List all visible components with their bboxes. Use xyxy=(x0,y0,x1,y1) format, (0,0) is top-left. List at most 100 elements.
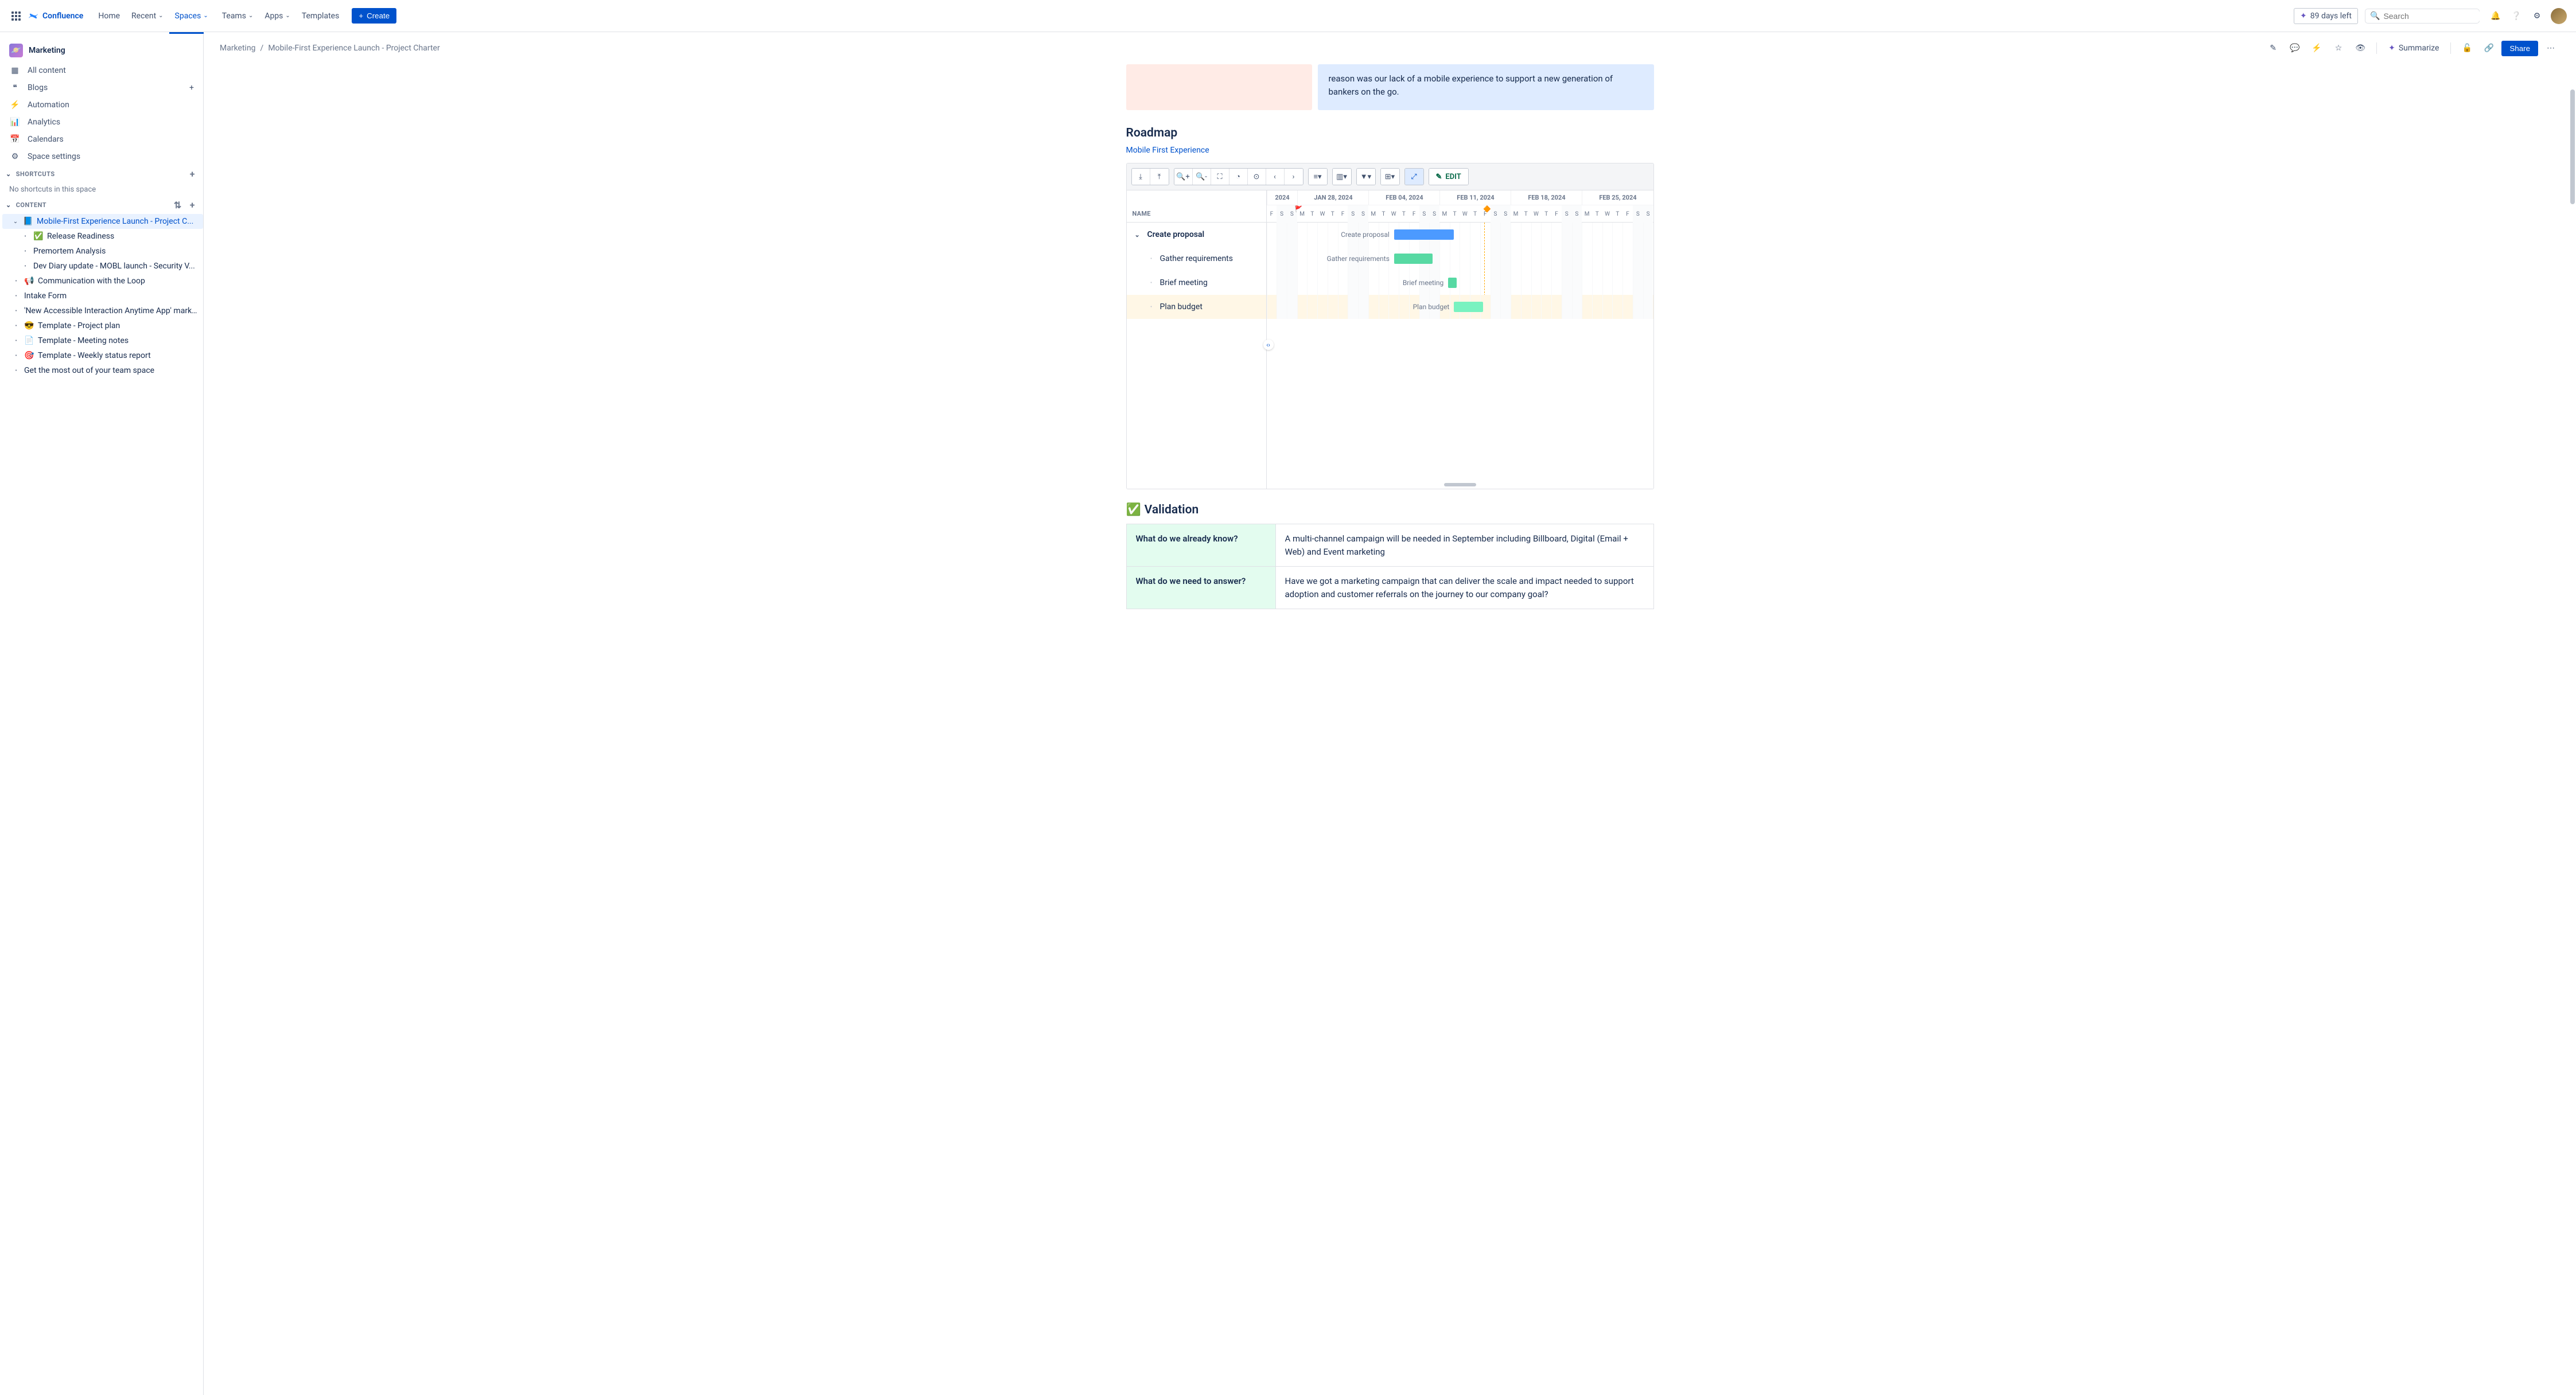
summarize-button[interactable]: ✦Summarize xyxy=(2384,41,2443,55)
breadcrumb-page[interactable]: Mobile-First Experience Launch - Project… xyxy=(268,44,439,53)
day-header: T xyxy=(1521,205,1531,223)
sidebar-space-settings[interactable]: ⚙Space settings xyxy=(0,148,203,165)
add-content-icon[interactable]: + xyxy=(188,200,197,211)
tree-item[interactable]: •✅Release Readiness xyxy=(2,229,203,244)
gantt-edit-button[interactable]: ✎EDIT xyxy=(1429,169,1468,185)
sidebar-automation[interactable]: ⚡Automation xyxy=(0,96,203,114)
panel-text: reason was our lack of a mobile experien… xyxy=(1328,73,1613,97)
zoom-fit-icon[interactable]: ⛶ xyxy=(1211,169,1229,185)
tree-item[interactable]: •Get the most out of your team space xyxy=(2,363,203,378)
zoom-in-icon[interactable]: 🔍+ xyxy=(1174,169,1193,185)
bullet-icon: • xyxy=(1147,256,1155,262)
gantt-task-row[interactable]: •Gather requirements xyxy=(1127,247,1266,271)
goto-icon[interactable]: ⊙ xyxy=(1248,169,1266,185)
page-emoji: 😎 xyxy=(24,321,34,330)
table-row: What do we need to answer?Have we got a … xyxy=(1126,567,1653,609)
gantt-timeline[interactable]: 2024JAN 28, 2024FEB 04, 2024FEB 11, 2024… xyxy=(1267,190,1653,489)
tree-item[interactable]: •Premortem Analysis xyxy=(2,244,203,259)
sidebar-analytics[interactable]: 📊Analytics xyxy=(0,114,203,131)
tree-item[interactable]: •😎Template - Project plan xyxy=(2,318,203,333)
star-icon[interactable]: ☆ xyxy=(2329,39,2348,57)
bullet-icon: • xyxy=(1147,304,1155,310)
collapse-all-icon[interactable]: ⤒ xyxy=(1150,169,1169,185)
gantt-task-row[interactable]: ⌄Create proposal xyxy=(1127,223,1266,247)
fullscreen-icon[interactable]: ⤢ xyxy=(1405,169,1423,185)
nav-teams[interactable]: Teams⌄ xyxy=(216,8,259,24)
more-icon[interactable]: ⋯ xyxy=(2542,39,2560,57)
tree-item[interactable]: •📢Communication with the Loop xyxy=(2,274,203,289)
breadcrumb-space[interactable]: Marketing xyxy=(220,44,256,53)
add-shortcut-icon[interactable]: + xyxy=(188,169,197,180)
comment-icon[interactable]: 💬 xyxy=(2286,39,2304,57)
vertical-scrollbar[interactable] xyxy=(2570,89,2575,204)
bolt-icon[interactable]: ⚡ xyxy=(2307,39,2326,57)
today-icon[interactable]: ◔ xyxy=(1229,169,1248,185)
bar-label: Create proposal xyxy=(1341,231,1390,239)
gantt-splitter[interactable]: ‹› xyxy=(1263,340,1274,350)
user-avatar[interactable] xyxy=(2551,8,2567,24)
confluence-logo[interactable]: Confluence xyxy=(28,10,83,22)
filter-icon[interactable]: ▼▾ xyxy=(1357,169,1375,185)
roadmap-link[interactable]: Mobile First Experience xyxy=(1126,146,1654,155)
notifications-icon[interactable]: 🔔 xyxy=(2486,7,2505,25)
gantt-task-row[interactable]: •Brief meeting xyxy=(1127,271,1266,295)
gantt-bar[interactable]: Create proposal xyxy=(1394,229,1454,240)
sidebar-calendars[interactable]: 📅Calendars xyxy=(0,131,203,148)
main-content: Marketing / Mobile-First Experience Laun… xyxy=(204,32,2576,1395)
space-header[interactable]: 🪐 Marketing xyxy=(0,39,203,62)
gantt-bar[interactable]: Plan budget xyxy=(1454,302,1483,312)
app-switcher-icon[interactable] xyxy=(9,9,23,23)
expand-icon[interactable]: ⌄ xyxy=(11,219,20,225)
settings-icon[interactable]: ⚙ xyxy=(2528,7,2546,25)
chevron-down-icon[interactable]: ⌄ xyxy=(1135,231,1143,239)
share-button[interactable]: Share xyxy=(2501,41,2538,56)
tree-item[interactable]: •'New Accessible Interaction Anytime App… xyxy=(2,303,203,318)
day-header: W xyxy=(1460,205,1470,223)
chevron-down-icon[interactable]: ⌄ xyxy=(6,170,11,178)
sidebar-blogs[interactable]: ❝Blogs+ xyxy=(0,79,203,96)
tree-item[interactable]: •📄Template - Meeting notes xyxy=(2,333,203,348)
gantt-task-row[interactable]: •Plan budget xyxy=(1127,295,1266,319)
flag-marker-icon: 🔶 xyxy=(1483,205,1491,213)
shortcuts-label: SHORTCUTS xyxy=(16,170,55,178)
expand-all-icon[interactable]: ⤓ xyxy=(1132,169,1150,185)
page-emoji: 🎯 xyxy=(24,351,34,360)
nav-home[interactable]: Home xyxy=(92,8,126,24)
watch-icon[interactable]: 👁 xyxy=(2351,39,2369,57)
search-input[interactable] xyxy=(2383,11,2487,21)
search-box[interactable]: 🔍 xyxy=(2365,9,2480,24)
tree-item[interactable]: ⌄📘Mobile-First Experience Launch - Proje… xyxy=(2,214,203,229)
link-icon[interactable]: 🔗 xyxy=(2480,39,2498,57)
help-icon[interactable]: ❔ xyxy=(2507,7,2526,25)
bullet-icon: • xyxy=(1147,280,1155,286)
create-button[interactable]: +Create xyxy=(352,8,396,24)
next-icon[interactable]: › xyxy=(1285,169,1303,185)
sidebar-label: Analytics xyxy=(28,118,60,127)
tree-item[interactable]: •Intake Form xyxy=(2,289,203,303)
nav-apps[interactable]: Apps⌄ xyxy=(259,8,295,24)
gantt-bar[interactable]: Brief meeting xyxy=(1448,278,1457,288)
tree-item[interactable]: •🎯Template - Weekly status report xyxy=(2,348,203,363)
zoom-out-icon[interactable]: 🔍- xyxy=(1193,169,1211,185)
add-icon[interactable]: + xyxy=(189,83,194,92)
trial-days-chip[interactable]: ✦89 days left xyxy=(2294,8,2358,24)
validation-table: What do we already know?A multi-channel … xyxy=(1126,524,1654,609)
chevron-down-icon[interactable]: ⌄ xyxy=(6,201,11,209)
columns-icon[interactable]: ▥▾ xyxy=(1333,169,1351,185)
bullet-icon: • xyxy=(11,368,21,374)
gantt-bar[interactable]: Gather requirements xyxy=(1394,254,1433,264)
sort-icon[interactable]: ⇅ xyxy=(172,200,184,211)
nav-spaces[interactable]: Spaces⌄ xyxy=(169,8,216,24)
prev-icon[interactable]: ‹ xyxy=(1266,169,1285,185)
nav-templates[interactable]: Templates xyxy=(296,8,345,24)
sidebar-all-content[interactable]: ▦All content xyxy=(0,62,203,79)
list-view-icon[interactable]: ≡▾ xyxy=(1309,169,1327,185)
horizontal-scrollbar[interactable] xyxy=(1444,483,1476,486)
export-icon[interactable]: ⊞▾ xyxy=(1381,169,1399,185)
restrictions-icon[interactable]: 🔓 xyxy=(2458,39,2476,57)
tree-label: Mobile-First Experience Launch - Project… xyxy=(37,217,197,226)
edit-icon[interactable]: ✎ xyxy=(2264,39,2282,57)
content-header: ⌄ CONTENT ⇅ + xyxy=(0,196,203,214)
nav-recent[interactable]: Recent⌄ xyxy=(126,8,169,24)
tree-item[interactable]: •Dev Diary update - MOBL launch - Securi… xyxy=(2,259,203,274)
